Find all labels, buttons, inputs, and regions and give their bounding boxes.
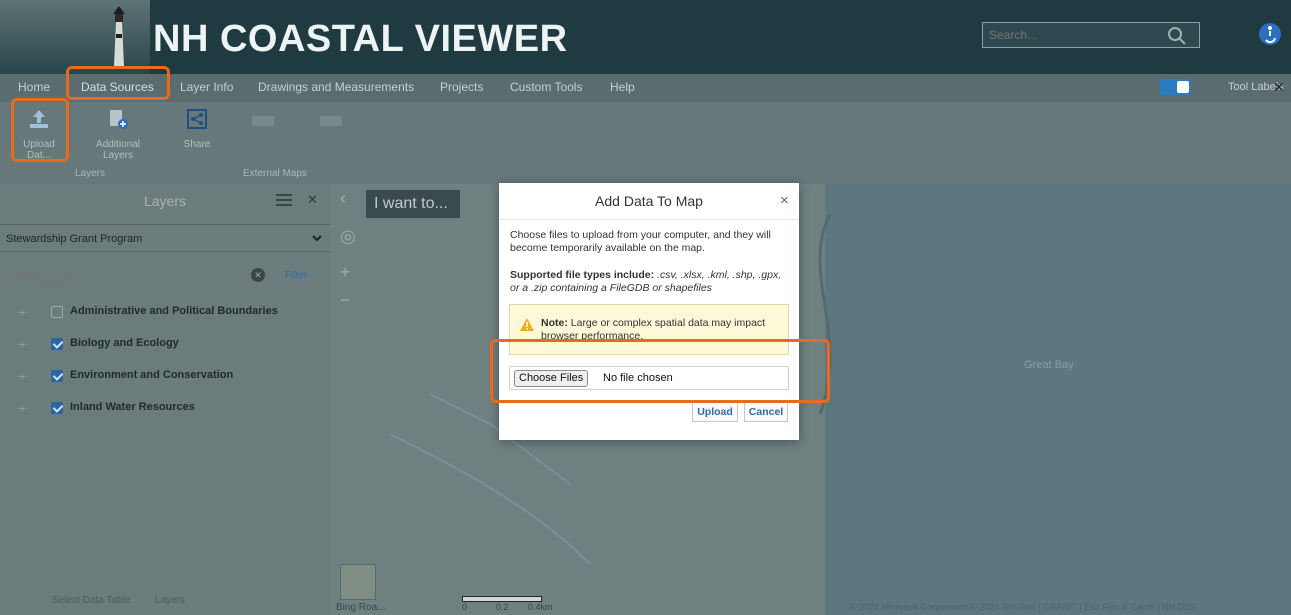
layer-checkbox[interactable] xyxy=(51,370,63,382)
layer-item[interactable]: + Administrative and Political Boundarie… xyxy=(0,302,330,322)
i-want-to-menu[interactable]: I want to... xyxy=(366,190,460,218)
tab-layer-info[interactable]: Layer Info xyxy=(180,80,233,94)
tab-projects[interactable]: Projects xyxy=(440,80,483,94)
expand-icon[interactable]: + xyxy=(18,400,26,416)
map-label-great-bay: Great Bay xyxy=(1024,359,1074,371)
external-map-icon xyxy=(252,116,274,126)
zoom-out-icon[interactable]: − xyxy=(340,290,351,311)
layer-checkbox[interactable] xyxy=(51,338,63,350)
main-nav: Home Data Sources Layer Info Drawings an… xyxy=(0,74,1291,102)
external-map-1-button[interactable] xyxy=(252,108,274,132)
share-icon xyxy=(187,109,207,129)
highlight-upload-data xyxy=(11,98,69,162)
clear-filter-icon[interactable]: ✕ xyxy=(251,268,265,282)
layers-panel-header: Layers ✕ xyxy=(0,184,330,218)
supported-types-label: Supported file types include: xyxy=(510,269,655,281)
layers-panel-footer: Select Data Table Layers xyxy=(0,589,330,615)
cancel-button[interactable]: Cancel xyxy=(744,402,788,422)
program-select-value: Stewardship Grant Program xyxy=(6,233,143,245)
share-label: Share xyxy=(183,139,211,150)
supported-file-types: Supported file types include: .csv, .xls… xyxy=(510,269,792,295)
highlight-choose-files xyxy=(490,339,830,403)
dialog-divider xyxy=(499,219,799,220)
layer-label: Biology and Ecology xyxy=(70,337,179,349)
list-menu-icon[interactable] xyxy=(276,193,292,207)
layer-item[interactable]: + Environment and Conservation xyxy=(0,366,330,386)
additional-layers-label: Additional Layers xyxy=(96,139,140,161)
tool-labels-toggle[interactable] xyxy=(1160,79,1191,95)
layer-label: Environment and Conservation xyxy=(70,369,234,381)
filter-button[interactable]: Filter xyxy=(285,270,307,281)
layer-checkbox[interactable] xyxy=(51,306,63,318)
scale-label-0: 0 xyxy=(462,602,468,612)
filter-layers-input[interactable] xyxy=(6,268,241,286)
tab-custom-tools[interactable]: Custom Tools xyxy=(510,80,582,94)
add-layers-icon xyxy=(110,110,128,129)
expand-icon[interactable]: + xyxy=(18,304,26,320)
lighthouse-logo-icon xyxy=(113,6,125,66)
layer-label: Inland Water Resources xyxy=(70,401,195,413)
app-title: NH COASTAL VIEWER xyxy=(153,18,568,60)
dialog-title: Add Data To Map xyxy=(595,193,703,209)
dialog-description: Choose files to upload from your compute… xyxy=(510,229,771,254)
toggle-knob xyxy=(1177,81,1189,93)
filter-row: ✕ Filter xyxy=(0,262,330,290)
collapse-panel-icon[interactable]: ‹ xyxy=(340,188,346,209)
layers-panel: Layers ✕ Stewardship Grant Program ✕ Fil… xyxy=(0,184,330,615)
external-map-2-button[interactable] xyxy=(320,108,342,132)
layer-label: Administrative and Political Boundaries xyxy=(70,305,278,317)
chevron-down-icon xyxy=(312,235,322,242)
close-panel-icon[interactable]: ✕ xyxy=(307,192,318,208)
close-ribbon-icon[interactable]: ✕ xyxy=(1273,79,1285,96)
tab-layers[interactable]: Layers xyxy=(155,595,185,606)
external-map-icon xyxy=(320,116,342,126)
ribbon-toolbar: Upload Dat... Additional Layers Share La… xyxy=(0,102,1291,184)
group-label-layers: Layers xyxy=(75,168,106,179)
search-icon[interactable] xyxy=(1167,26,1187,46)
warning-icon xyxy=(520,318,534,331)
expand-icon[interactable]: + xyxy=(18,368,26,384)
tab-select-data-table[interactable]: Select Data Table xyxy=(52,595,130,606)
share-button[interactable]: Share xyxy=(182,108,212,150)
tab-help[interactable]: Help xyxy=(610,80,635,94)
accessibility-icon[interactable] xyxy=(1258,22,1282,46)
basemap-label[interactable]: Bing Roa... xyxy=(336,602,385,613)
tab-drawings-measurements[interactable]: Drawings and Measurements xyxy=(258,80,414,94)
basemap-thumbnail[interactable] xyxy=(340,564,376,600)
layer-item[interactable]: + Inland Water Resources xyxy=(0,398,330,418)
zoom-in-icon[interactable]: + xyxy=(340,262,351,283)
expand-icon[interactable]: + xyxy=(18,336,26,352)
layer-item[interactable]: + Biology and Ecology xyxy=(0,334,330,354)
tab-home[interactable]: Home xyxy=(18,80,50,94)
search-box[interactable] xyxy=(982,22,1200,48)
program-select[interactable]: Stewardship Grant Program xyxy=(0,224,330,252)
close-icon[interactable]: × xyxy=(780,192,789,209)
warning-label: Note: xyxy=(541,317,568,329)
scale-label-2: 0.4km xyxy=(528,602,553,612)
app-header: NH COASTAL VIEWER xyxy=(0,0,1291,74)
scale-label-1: 0.2 xyxy=(496,602,509,612)
additional-layers-button[interactable]: Additional Layers xyxy=(86,108,150,161)
highlight-data-sources xyxy=(66,66,170,100)
layer-checkbox[interactable] xyxy=(51,402,63,414)
upload-button[interactable]: Upload xyxy=(692,402,738,422)
map-attribution: © 2024 Microsoft Corporation © 2024 TomT… xyxy=(850,602,1197,612)
group-label-external-maps: External Maps xyxy=(243,168,307,179)
search-input[interactable] xyxy=(983,23,1153,47)
locate-icon[interactable]: ◎ xyxy=(340,226,356,247)
